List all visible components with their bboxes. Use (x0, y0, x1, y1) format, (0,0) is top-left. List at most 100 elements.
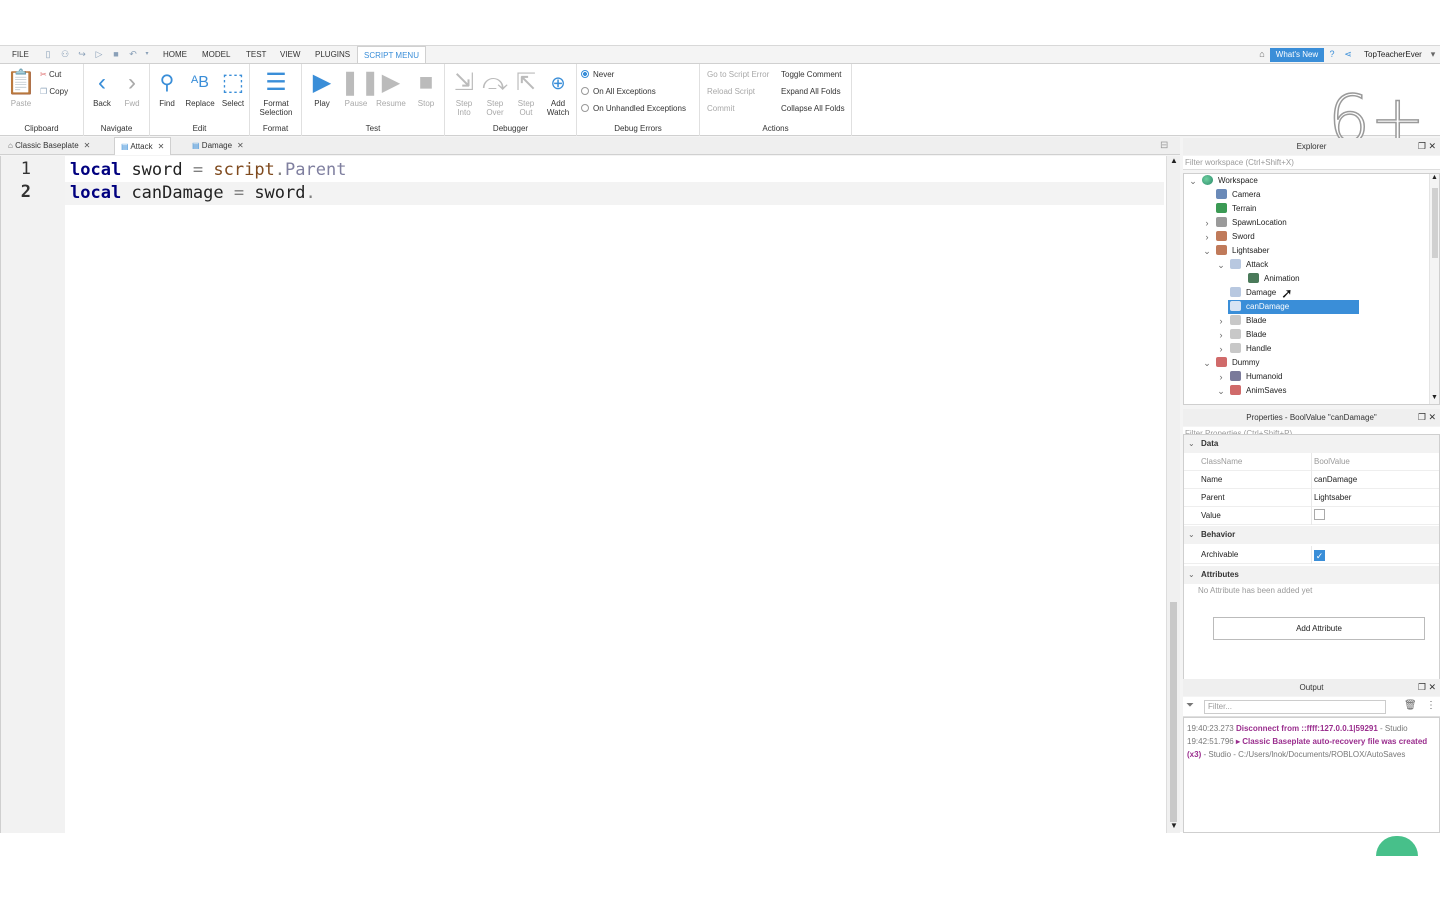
select-button[interactable]: ⬚ Select (218, 70, 248, 109)
tree-item-damage[interactable]: Damage (1230, 286, 1276, 300)
scroll-thumb[interactable] (1170, 602, 1177, 822)
help-icon[interactable]: ? (1327, 50, 1337, 59)
tree-item-camera[interactable]: Camera (1216, 188, 1260, 202)
tab-classic-baseplate[interactable]: ⌂ Classic Baseplate ✕ (2, 137, 96, 155)
redo-icon[interactable]: ↪ (77, 50, 87, 59)
publish-icon[interactable]: ▷ (94, 50, 104, 59)
log-message[interactable]: ▸ Classic Baseplate auto-recovery file w… (1236, 737, 1427, 746)
resume-button[interactable]: ▶ Resume (374, 70, 408, 109)
chevron-right-icon[interactable]: › (1202, 230, 1212, 244)
format-selection-button[interactable]: ☰ Format Selection (252, 70, 300, 118)
step-into-button[interactable]: ⇲ Step Into (449, 70, 479, 118)
script-editor[interactable]: 1 2 local sword = script.Parent local ca… (0, 156, 1166, 833)
step-over-button[interactable]: ⤼ Step Over (480, 70, 510, 118)
collapse-all-folds-button[interactable]: Collapse All Folds (781, 104, 845, 113)
chevron-down-icon[interactable]: ⌄ (1202, 244, 1212, 258)
prop-value[interactable]: Lightsaber (1314, 489, 1351, 507)
step-out-button[interactable]: ⇱ Step Out (511, 70, 541, 118)
tree-item-workspace[interactable]: ⌄ Workspace (1188, 174, 1258, 188)
scroll-up-icon[interactable]: ▲ (1170, 156, 1178, 165)
chevron-down-icon[interactable]: ⌄ (1216, 384, 1226, 398)
tree-item-candamage[interactable]: canDamage (1228, 300, 1360, 314)
filter-funnel-icon[interactable]: ⏷ (1186, 700, 1194, 711)
trash-icon[interactable]: 🗑 (1404, 700, 1417, 711)
replace-button[interactable]: ᴬB Replace (184, 70, 216, 108)
editor-scrollbar[interactable]: ▲ ▼ (1166, 156, 1180, 833)
menu-home[interactable]: HOME (163, 46, 187, 63)
tree-item-humanoid[interactable]: › Humanoid (1216, 370, 1282, 384)
tree-item-terrain[interactable]: Terrain (1216, 202, 1256, 216)
category-behavior[interactable]: ⌄ Behavior (1184, 526, 1439, 544)
never-radio[interactable]: Never (581, 70, 614, 79)
copy-button[interactable]: ❐ Copy (40, 87, 68, 96)
output-filter-input[interactable]: Filter... (1204, 700, 1386, 714)
commit-button[interactable]: Commit (707, 104, 735, 113)
chevron-down-icon[interactable]: ⌄ (1188, 174, 1198, 188)
tree-item-animsaves[interactable]: ⌄ AnimSaves (1216, 384, 1286, 398)
user-name[interactable]: TopTeacherEver (1364, 46, 1422, 63)
toggle-comment-button[interactable]: Toggle Comment (781, 70, 841, 79)
prop-parent[interactable]: Parent Lightsaber (1184, 489, 1439, 507)
save-icon[interactable]: ■ (111, 50, 121, 59)
category-attributes[interactable]: ⌄ Attributes (1184, 566, 1439, 584)
menu-script-menu[interactable]: SCRIPT MENU (357, 46, 426, 63)
code-line-2[interactable]: local canDamage = sword. (70, 182, 316, 205)
qa-dropdown-icon[interactable]: ▾ (142, 50, 152, 59)
menu-view[interactable]: VIEW (280, 46, 300, 63)
scroll-up-icon[interactable]: ▲ (1431, 174, 1438, 181)
close-tab-icon[interactable]: ✕ (158, 142, 165, 151)
add-attribute-button[interactable]: Add Attribute (1213, 617, 1425, 640)
add-watch-button[interactable]: ⊕ Add Watch (543, 70, 573, 117)
close-panel-icon[interactable]: ✕ (1428, 412, 1436, 422)
code-line-1[interactable]: local sword = script.Parent (70, 159, 346, 182)
scroll-down-icon[interactable]: ▼ (1431, 394, 1438, 401)
menu-test[interactable]: TEST (246, 46, 266, 63)
tree-item-lightsaber[interactable]: ⌄ Lightsaber (1202, 244, 1269, 258)
tree-item-blade[interactable]: › Blade (1216, 328, 1266, 342)
play-button[interactable]: ▶ Play (306, 70, 338, 109)
on-all-exceptions-radio[interactable]: On All Exceptions (581, 87, 656, 96)
new-file-icon[interactable]: ▯ (43, 50, 53, 59)
chevron-right-icon[interactable]: › (1216, 370, 1226, 384)
chevron-down-icon[interactable]: ⌄ (1188, 435, 1195, 453)
share-icon[interactable]: ⋖ (1343, 50, 1353, 59)
chevron-down-icon[interactable]: ⌄ (1188, 566, 1195, 584)
find-button[interactable]: ⚲ Find (152, 70, 182, 108)
chevron-right-icon[interactable]: › (1216, 314, 1226, 328)
more-options-icon[interactable]: ⋮ (1426, 700, 1436, 711)
reload-script-button[interactable]: Reload Script (707, 87, 755, 96)
float-panel-icon[interactable]: ❐ (1418, 682, 1426, 692)
user-menu-chevron-icon[interactable]: ▾ (1428, 50, 1438, 59)
floating-action-badge[interactable] (1376, 836, 1418, 856)
paste-button[interactable]: 📋 Paste (6, 70, 36, 109)
expand-all-folds-button[interactable]: Expand All Folds (781, 87, 841, 96)
split-view-icon[interactable]: ⊟ (1160, 140, 1168, 151)
team-icon[interactable]: ⚇ (60, 50, 70, 59)
collapse-ribbon-icon[interactable]: ⌂ (1257, 50, 1267, 59)
undo-icon[interactable]: ↶ (128, 50, 138, 59)
prop-name[interactable]: Name canDamage (1184, 471, 1439, 489)
tree-item-attack[interactable]: ⌄ Attack (1216, 258, 1268, 272)
tab-attack[interactable]: ▤ Attack ✕ (114, 137, 172, 155)
value-checkbox[interactable] (1314, 509, 1325, 520)
close-tab-icon[interactable]: ✕ (237, 141, 244, 150)
close-panel-icon[interactable]: ✕ (1428, 141, 1436, 151)
forward-button[interactable]: › Fwd (118, 70, 146, 109)
on-unhandled-exceptions-radio[interactable]: On Unhandled Exceptions (581, 104, 686, 113)
chevron-right-icon[interactable]: › (1216, 342, 1226, 356)
whats-new-button[interactable]: What's New (1270, 48, 1324, 62)
chevron-right-icon[interactable]: › (1202, 216, 1212, 230)
explorer-filter-input[interactable]: Filter workspace (Ctrl+Shift+X) (1183, 156, 1440, 170)
chevron-down-icon[interactable]: ⌄ (1202, 356, 1212, 370)
prop-archivable[interactable]: Archivable ✓ (1184, 546, 1439, 564)
back-button[interactable]: ‹ Back (88, 70, 116, 109)
prop-value[interactable]: canDamage (1314, 471, 1357, 489)
tree-item-sword[interactable]: › Sword (1202, 230, 1255, 244)
menu-file[interactable]: FILE (12, 46, 29, 63)
tree-item-dummy[interactable]: ⌄ Dummy (1202, 356, 1260, 370)
category-data[interactable]: ⌄ Data (1184, 435, 1439, 453)
float-panel-icon[interactable]: ❐ (1418, 412, 1426, 422)
prop-value[interactable]: Value (1184, 507, 1439, 525)
tree-item-spawnlocation[interactable]: › SpawnLocation (1202, 216, 1287, 230)
go-to-script-error-button[interactable]: Go to Script Error (707, 70, 769, 79)
